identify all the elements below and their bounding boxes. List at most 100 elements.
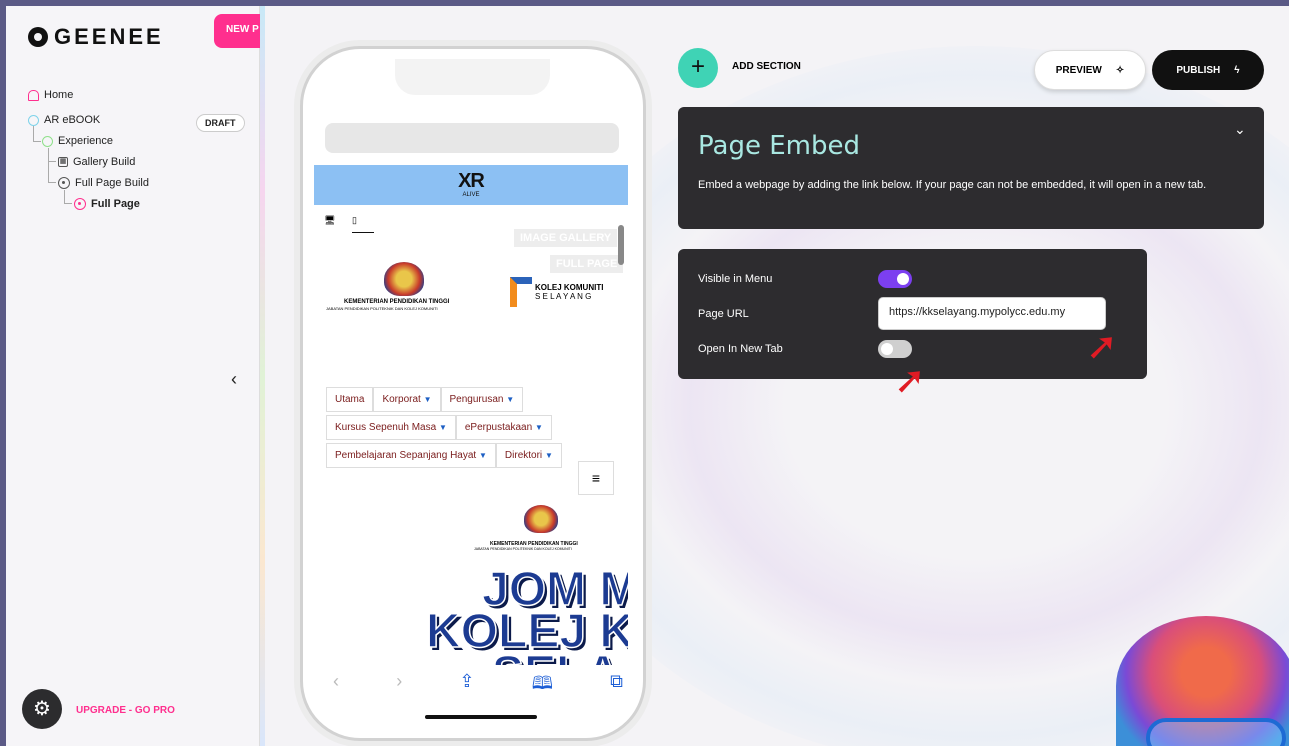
nav-label: Korporat bbox=[382, 394, 421, 405]
nav-direktori[interactable]: Direktori ▼ bbox=[495, 443, 562, 468]
app-window: GEENEE NEW P Home AR eBOOK DRAFT Experie… bbox=[6, 6, 1289, 746]
kk-logo-line2: S E L A Y A N G bbox=[535, 292, 592, 301]
nav-label: Pembelajaran Sepanjang Hayat bbox=[335, 450, 477, 461]
ministry-subtitle: JABATAN PENDIDIKAN POLITEKNIK DAN KOLEJ … bbox=[474, 547, 572, 551]
lightning-icon: ϟ bbox=[1234, 64, 1240, 76]
sidebar-item-full-page-build[interactable]: Full Page Build bbox=[58, 177, 149, 189]
tree-connector bbox=[48, 148, 56, 162]
tree-connector bbox=[64, 190, 72, 204]
browser-toolbar: ‹ › ⇪ 🕮 ⧉ bbox=[333, 671, 623, 701]
visible-in-menu-label: Visible in Menu bbox=[698, 273, 773, 285]
kk-logo: KOLEJ KOMUNITI S E L A Y A N G bbox=[510, 277, 603, 307]
back-icon[interactable]: ‹ bbox=[333, 671, 339, 701]
add-section-label[interactable]: ADD SECTION bbox=[732, 61, 801, 72]
click-cursor-icon: ➚ bbox=[894, 360, 926, 402]
share-icon[interactable]: ⇪ bbox=[459, 671, 474, 701]
logo: GEENEE bbox=[28, 24, 164, 50]
page-embed-description: Embed a webpage by adding the link below… bbox=[698, 179, 1207, 191]
click-cursor-icon: ➚ bbox=[1086, 326, 1118, 368]
open-new-tab-toggle[interactable] bbox=[878, 340, 912, 358]
hamburger-menu-icon[interactable]: ≡ bbox=[578, 461, 614, 495]
home-indicator bbox=[425, 715, 537, 719]
browser-url-bar bbox=[325, 123, 619, 153]
nav-label: Pengurusan bbox=[449, 394, 504, 405]
nav-pembelajaran[interactable]: Pembelajaran Sepanjang Hayat ▼ bbox=[326, 443, 496, 468]
sidebar-item-label: AR eBOOK bbox=[44, 114, 101, 126]
sidebar: GEENEE NEW P Home AR eBOOK DRAFT Experie… bbox=[6, 6, 260, 746]
phone-notch bbox=[395, 59, 550, 95]
sidebar-item-label: Home bbox=[44, 89, 74, 101]
site-nav-row-1: Utama Korporat ▼ Pengurusan ▼ bbox=[326, 387, 524, 412]
site-nav-row-2: Kursus Sepenuh Masa ▼ ePerpustakaan ▼ bbox=[326, 415, 552, 440]
mobile-icon[interactable]: ▯ bbox=[352, 215, 374, 233]
ministry-title: KEMENTERIAN PENDIDIKAN TINGGI bbox=[344, 299, 450, 305]
caret-down-icon: ▼ bbox=[506, 395, 515, 404]
chevron-down-icon[interactable]: ⌄ bbox=[1234, 121, 1246, 138]
open-new-tab-label: Open In New Tab bbox=[698, 343, 783, 355]
mascot-glasses bbox=[1146, 718, 1286, 746]
kk-logo-mark bbox=[510, 277, 532, 307]
sidebar-item-gallery-build[interactable]: ▦ Gallery Build bbox=[58, 156, 135, 168]
sidebar-divider bbox=[260, 6, 265, 746]
publish-label: PUBLISH bbox=[1176, 64, 1221, 76]
preview-button[interactable]: PREVIEW ✧ bbox=[1034, 50, 1146, 90]
nav-eperpustakaan[interactable]: ePerpustakaan ▼ bbox=[455, 415, 552, 440]
ministry-crest bbox=[524, 505, 558, 533]
status-badge: DRAFT bbox=[196, 114, 245, 132]
new-project-button[interactable]: NEW P bbox=[214, 14, 260, 48]
upgrade-link[interactable]: UPGRADE - GO PRO bbox=[76, 705, 175, 716]
gallery-icon: ▦ bbox=[58, 157, 68, 167]
sidebar-item-home[interactable]: Home bbox=[28, 89, 73, 101]
sparkle-icon: ✧ bbox=[1115, 64, 1125, 76]
caret-down-icon: ▼ bbox=[544, 451, 553, 460]
add-section-button[interactable]: + bbox=[678, 48, 718, 88]
desktop-icon[interactable]: 🖥 bbox=[324, 215, 335, 226]
page-embed-card: Page Embed Embed a webpage by adding the… bbox=[678, 107, 1264, 229]
nav-utama[interactable]: Utama bbox=[326, 387, 374, 412]
nav-pengurusan[interactable]: Pengurusan ▼ bbox=[440, 387, 524, 412]
scrollbar[interactable] bbox=[618, 225, 624, 265]
logo-icon bbox=[28, 27, 48, 47]
ghost-tab-full-page: FULL PAGE bbox=[550, 255, 624, 273]
preview-label: PREVIEW bbox=[1055, 64, 1102, 76]
nav-label: ePerpustakaan bbox=[464, 422, 533, 433]
sidebar-item-label: Experience bbox=[58, 135, 114, 147]
eye-icon bbox=[58, 177, 70, 189]
sidebar-item-full-page[interactable]: Full Page bbox=[74, 198, 140, 210]
forward-icon[interactable]: › bbox=[396, 671, 402, 701]
nav-label: Direktori bbox=[504, 450, 543, 461]
sidebar-item-experience[interactable]: Experience bbox=[42, 135, 113, 147]
visible-in-menu-toggle[interactable] bbox=[878, 270, 912, 288]
gear-icon[interactable]: ⚙ bbox=[22, 689, 62, 729]
circle-icon bbox=[28, 114, 39, 126]
chevron-left-icon[interactable]: ‹ bbox=[231, 369, 237, 390]
caret-down-icon: ▼ bbox=[438, 423, 447, 432]
publish-button[interactable]: PUBLISH ϟ bbox=[1152, 50, 1264, 90]
sidebar-item-project[interactable]: AR eBOOK bbox=[28, 114, 100, 126]
embedded-page: 🖥 ▯ IMAGE GALLERY FULL PAGE KEMENTERIAN … bbox=[314, 207, 628, 665]
sidebar-item-label: Full Page Build bbox=[75, 177, 149, 189]
caret-down-icon: ▼ bbox=[534, 423, 543, 432]
page-url-input[interactable]: https://kkselayang.mypolycc.edu.my bbox=[878, 297, 1106, 330]
sidebar-item-label: Full Page bbox=[91, 198, 140, 210]
circle-icon bbox=[42, 135, 53, 147]
phone-preview: XR ALIVE 🖥 ▯ IMAGE GALLERY FULL PAGE KEM… bbox=[300, 46, 646, 741]
xr-subtitle: ALIVE bbox=[462, 192, 480, 198]
eye-icon bbox=[74, 198, 86, 210]
xr-header: XR ALIVE bbox=[314, 165, 628, 205]
caret-down-icon: ▼ bbox=[479, 451, 487, 460]
bookmarks-icon[interactable]: 🕮 bbox=[532, 671, 553, 701]
nav-korporat[interactable]: Korporat ▼ bbox=[373, 387, 441, 412]
banner-headline-3: SELA bbox=[491, 649, 621, 665]
nav-kursus[interactable]: Kursus Sepenuh Masa ▼ bbox=[326, 415, 456, 440]
tree-connector bbox=[48, 162, 56, 183]
tabs-icon[interactable]: ⧉ bbox=[610, 671, 623, 701]
ghost-tab-gallery: IMAGE GALLERY bbox=[514, 229, 618, 247]
site-nav-row-3: Pembelajaran Sepanjang Hayat ▼ Direktori… bbox=[326, 443, 562, 468]
ministry-subtitle: JABATAN PENDIDIKAN POLITEKNIK DAN KOLEJ … bbox=[326, 306, 438, 311]
kk-logo-line1: KOLEJ KOMUNITI bbox=[535, 283, 604, 292]
sidebar-item-label: Gallery Build bbox=[73, 156, 136, 168]
home-icon bbox=[28, 89, 39, 101]
page-embed-title: Page Embed bbox=[698, 131, 860, 161]
tree-connector bbox=[33, 126, 41, 142]
